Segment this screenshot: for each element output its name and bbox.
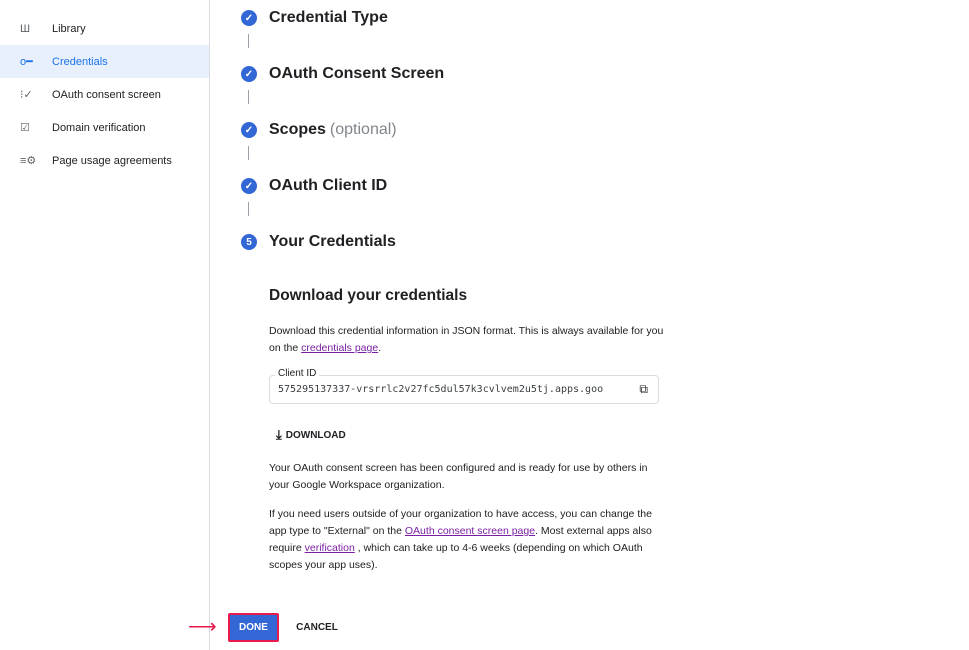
settings-list-icon: ≡⚙ (20, 155, 37, 167)
done-button[interactable]: DONE (228, 613, 279, 642)
check-icon: ✓ (241, 178, 257, 194)
step-oauth-consent-screen: ✓ OAuth Consent Screen (241, 65, 444, 83)
copy-icon[interactable]: ⧉ (639, 382, 648, 397)
step-scopes: ✓ Scopes (optional) (241, 121, 397, 139)
oauth-consent-screen-link[interactable]: OAuth consent screen page (405, 525, 535, 537)
step-connector (248, 146, 249, 160)
configured-message: Your OAuth consent screen has been confi… (269, 462, 648, 491)
download-intro: Download this credential information in … (269, 325, 664, 354)
check-icon: ✓ (241, 66, 257, 82)
sidebar-item-oauth-consent-screen[interactable]: ⁝✓ OAuth consent screen (0, 78, 209, 111)
key-icon: o━ (20, 56, 33, 68)
sidebar-item-page-usage-agreements[interactable]: ≡⚙ Page usage agreements (0, 144, 209, 177)
check-icon: ✓ (241, 10, 257, 26)
external-message: If you need users outside of your organi… (269, 508, 652, 571)
checkbox-icon: ☑ (20, 122, 30, 134)
sidebar-item-credentials[interactable]: o━ Credentials (0, 45, 209, 78)
sidebar-item-domain-verification[interactable]: ☑ Domain verification (0, 111, 209, 144)
step-connector (248, 90, 249, 104)
step-your-credentials: 5 Your Credentials (241, 233, 396, 251)
client-id-label: Client ID (275, 368, 320, 379)
cancel-button[interactable]: CANCEL (290, 613, 344, 642)
sidebar: Ш Library o━ Credentials ⁝✓ OAuth consent s… (0, 0, 210, 650)
client-id-value[interactable]: 575295137337-vrsrrlc2v27fc5dul57k3cvlvem… (278, 384, 603, 395)
step-connector (248, 202, 249, 216)
step-credential-type: ✓ Credential Type (241, 9, 388, 27)
client-id-field[interactable]: Client ID 575295137337-vrsrrlc2v27fc5dul… (269, 368, 659, 404)
consent-icon: ⁝✓ (20, 89, 33, 101)
credentials-page-link[interactable]: credentials page (301, 342, 378, 354)
sidebar-item-library[interactable]: Ш Library (0, 12, 209, 45)
step-oauth-client-id: ✓ OAuth Client ID (241, 177, 387, 195)
step-number-badge: 5 (241, 234, 257, 250)
download-heading: Download your credentials (269, 287, 468, 304)
verification-link[interactable]: verification (305, 542, 355, 554)
download-button[interactable]: ⤓ DOWNLOAD (276, 425, 346, 445)
arrow-annotation-icon: ⟶ (188, 616, 217, 638)
download-icon: ⤓ (276, 427, 282, 442)
library-icon: Ш (20, 22, 31, 35)
check-icon: ✓ (241, 122, 257, 138)
step-connector (248, 34, 249, 48)
